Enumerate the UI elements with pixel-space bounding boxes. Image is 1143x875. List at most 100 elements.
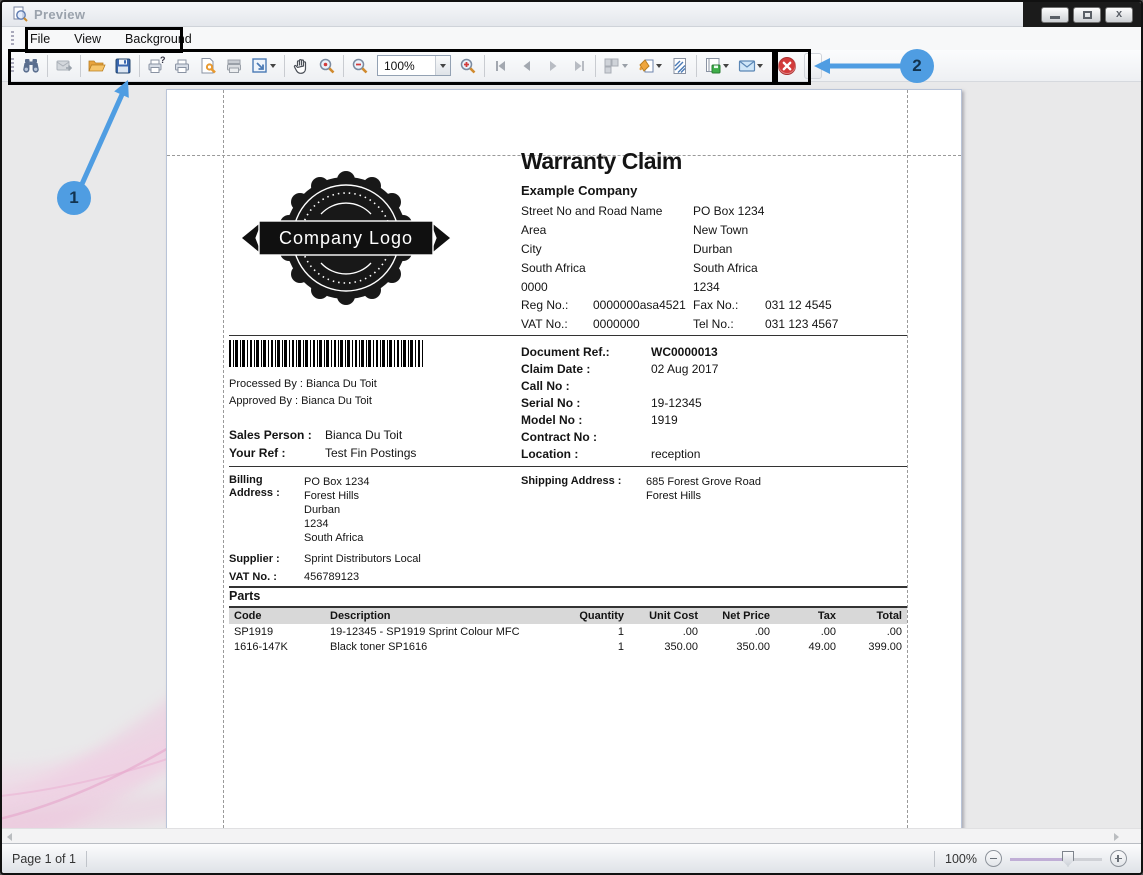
save-icon bbox=[113, 56, 133, 76]
company-address-block: Street No and Road NamePO Box 1234 AreaN… bbox=[521, 202, 921, 297]
plus-icon bbox=[1117, 855, 1119, 862]
next-page-button[interactable] bbox=[540, 53, 566, 79]
zoom-plus-button[interactable] bbox=[1110, 850, 1127, 867]
printer-properties-button-disabled[interactable] bbox=[221, 53, 247, 79]
slider-track-fill bbox=[1010, 858, 1068, 861]
resize-page-icon bbox=[250, 56, 270, 76]
table-row: SP1919 19-12345 - SP1919 Sprint Colour M… bbox=[229, 624, 907, 639]
cell-code: 1616-147K bbox=[229, 639, 325, 654]
nav-last-icon bbox=[570, 57, 588, 75]
save-button[interactable] bbox=[110, 53, 136, 79]
toolbar: ? bbox=[2, 50, 1141, 82]
address-cell: 1234 bbox=[693, 278, 720, 297]
your-ref-label: Your Ref : bbox=[229, 446, 285, 460]
billing-line: 1234 bbox=[304, 517, 369, 531]
billing-line: Forest Hills bbox=[304, 489, 369, 503]
cell-unit-cost: 350.00 bbox=[629, 639, 703, 654]
find-button[interactable] bbox=[18, 53, 44, 79]
watermark-button[interactable] bbox=[667, 53, 693, 79]
toolbar-separator bbox=[595, 55, 596, 77]
nav-next-icon bbox=[544, 57, 562, 75]
cell-quantity: 1 bbox=[563, 624, 629, 639]
magnifier-dot-icon bbox=[317, 56, 337, 76]
zoom-combo-dropdown[interactable] bbox=[435, 56, 450, 75]
previous-page-button[interactable] bbox=[514, 53, 540, 79]
print-button[interactable] bbox=[169, 53, 195, 79]
scroll-right-icon[interactable] bbox=[1114, 833, 1119, 841]
address-cell: South Africa bbox=[521, 259, 693, 278]
col-code: Code bbox=[229, 607, 325, 624]
document-ref-value: WC0000013 bbox=[651, 345, 718, 359]
page-setup-button[interactable] bbox=[195, 53, 221, 79]
preview-app-icon bbox=[12, 6, 28, 22]
reg-no-label: Reg No.: bbox=[521, 298, 568, 312]
cell-description: 19-12345 - SP1919 Sprint Colour MFC bbox=[325, 624, 563, 639]
barcode bbox=[229, 340, 423, 367]
cell-code: SP1919 bbox=[229, 624, 325, 639]
cell-description: Black toner SP1616 bbox=[325, 639, 563, 654]
model-no-label: Model No : bbox=[521, 413, 582, 427]
export-save-icon bbox=[703, 56, 723, 76]
window-title: Preview bbox=[34, 7, 85, 22]
zoom-in-button[interactable] bbox=[455, 53, 481, 79]
print-setup-button[interactable]: ? bbox=[143, 53, 169, 79]
slider-handle[interactable] bbox=[1062, 851, 1074, 867]
menu-file[interactable]: File bbox=[18, 29, 62, 49]
shipping-address-label: Shipping Address : bbox=[521, 475, 621, 487]
window-controls: x bbox=[1023, 2, 1141, 27]
tel-no-value: 031 123 4567 bbox=[765, 317, 838, 331]
last-page-button[interactable] bbox=[566, 53, 592, 79]
open-folder-icon bbox=[87, 56, 107, 76]
section-divider bbox=[229, 335, 907, 336]
scroll-left-icon[interactable] bbox=[7, 833, 12, 841]
zoom-percentage: 100% bbox=[945, 852, 977, 866]
location-value: reception bbox=[651, 447, 700, 461]
pan-button[interactable] bbox=[288, 53, 314, 79]
supplier-value: Sprint Distributors Local bbox=[304, 553, 421, 565]
close-preview-button[interactable] bbox=[774, 53, 800, 79]
shipping-line: Forest Hills bbox=[646, 489, 761, 503]
cell-total: 399.00 bbox=[841, 639, 907, 654]
cell-tax: .00 bbox=[775, 624, 841, 639]
scale-button[interactable] bbox=[247, 53, 281, 79]
vat-no-label: VAT No.: bbox=[521, 317, 568, 331]
background-color-button[interactable] bbox=[633, 53, 667, 79]
menu-background[interactable]: Background bbox=[113, 29, 204, 49]
dynamic-zoom-button[interactable] bbox=[314, 53, 340, 79]
horizontal-scrollbar[interactable] bbox=[2, 828, 1141, 843]
first-page-button[interactable] bbox=[488, 53, 514, 79]
zoom-slider[interactable] bbox=[1010, 851, 1102, 867]
zoom-combobox[interactable]: 100% bbox=[377, 55, 451, 76]
maximize-button[interactable] bbox=[1073, 7, 1101, 23]
serial-no-label: Serial No : bbox=[521, 396, 580, 410]
multiple-pages-button-disabled[interactable] bbox=[599, 53, 633, 79]
send-icon bbox=[54, 56, 74, 76]
printer-gray-icon bbox=[224, 56, 244, 76]
parts-title: Parts bbox=[229, 589, 260, 603]
binoculars-icon bbox=[21, 56, 41, 76]
sales-person-value: Bianca Du Toit bbox=[325, 428, 402, 442]
email-button[interactable] bbox=[734, 53, 768, 79]
zoom-minus-button[interactable] bbox=[985, 850, 1002, 867]
send-button-disabled[interactable] bbox=[51, 53, 77, 79]
address-cell: City bbox=[521, 240, 693, 259]
preview-workspace: Company Logo Warranty Claim Example Comp… bbox=[2, 82, 1141, 828]
menu-view[interactable]: View bbox=[62, 29, 113, 49]
hand-icon bbox=[291, 56, 311, 76]
callout-2-badge: 2 bbox=[900, 49, 934, 83]
billing-address-label: Billing Address : bbox=[229, 474, 295, 500]
svg-text:?: ? bbox=[160, 56, 166, 65]
parts-header-row: Code Description Quantity Unit Cost Net … bbox=[229, 607, 907, 624]
col-tax: Tax bbox=[775, 607, 841, 624]
doc-vat-label: VAT No. : bbox=[229, 571, 277, 583]
section-divider bbox=[229, 586, 907, 588]
minimize-button[interactable] bbox=[1041, 7, 1069, 23]
section-divider bbox=[229, 466, 907, 467]
open-button[interactable] bbox=[84, 53, 110, 79]
export-button[interactable] bbox=[700, 53, 734, 79]
col-total: Total bbox=[841, 607, 907, 624]
zoom-out-button[interactable] bbox=[347, 53, 373, 79]
status-bar: Page 1 of 1 100% bbox=[2, 843, 1141, 873]
contract-no-label: Contract No : bbox=[521, 430, 597, 444]
close-button[interactable]: x bbox=[1105, 7, 1133, 23]
